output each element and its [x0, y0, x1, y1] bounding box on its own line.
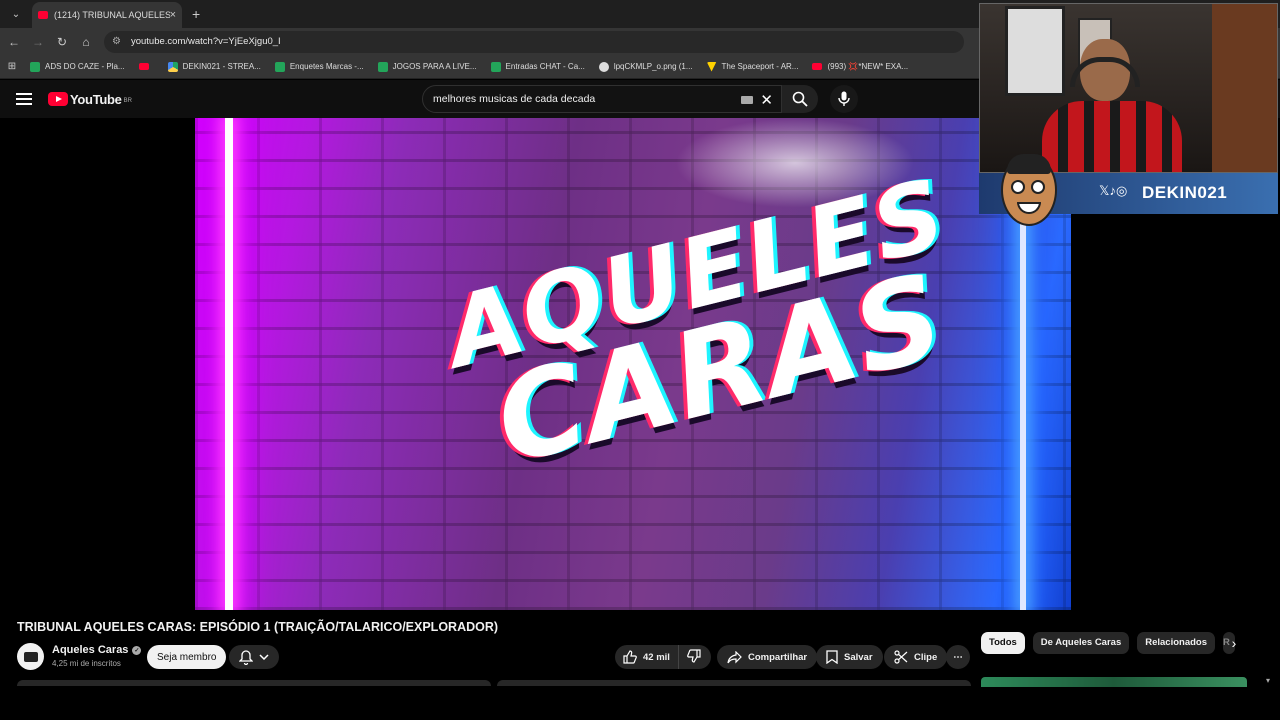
- bell-icon: [239, 649, 253, 665]
- sheets-icon: [30, 61, 40, 72]
- like-button[interactable]: 42 mil: [615, 645, 679, 669]
- bookmark-item[interactable]: (993) 💢*NEW* EXA...: [812, 62, 908, 71]
- verified-badge-icon: ✓: [132, 645, 142, 655]
- bookmark-item[interactable]: ADS DO CAZE - Pla...: [30, 61, 125, 72]
- streamer-handle: DEKIN021: [1142, 183, 1228, 202]
- share-arrow-icon: [727, 650, 742, 663]
- search-input[interactable]: melhores musicas de cada decada ✕: [422, 85, 782, 113]
- recommended-thumbnail[interactable]: [981, 677, 1247, 687]
- description-box[interactable]: [497, 680, 971, 686]
- share-label: Compartilhar: [748, 651, 808, 663]
- thumbs-up-icon: [623, 650, 637, 664]
- channel-name[interactable]: Aqueles Caras ✓: [52, 644, 142, 656]
- sheets-icon: [377, 61, 388, 72]
- bookmark-item[interactable]: lpqCKMLP_o.png (1...: [598, 61, 693, 72]
- chip-related[interactable]: Relacionados: [1137, 631, 1216, 654]
- back-arrow-icon[interactable]: ←: [2, 35, 26, 49]
- keyboard-icon[interactable]: [741, 96, 753, 104]
- bookmark-item[interactable]: The Spaceport - AR...: [706, 61, 798, 72]
- github-icon: [598, 61, 609, 72]
- like-dislike-group: 42 mil: [615, 645, 711, 669]
- tab-close-icon[interactable]: ×: [170, 9, 176, 21]
- more-dots-icon: ⋯: [953, 651, 963, 663]
- chevron-right-icon[interactable]: ›: [1224, 633, 1244, 653]
- chevron-down-icon: [259, 654, 269, 660]
- video-title: TRIBUNAL AQUELES CARAS: EPISÓDIO 1 (TRAI…: [17, 620, 499, 634]
- scroll-down-icon[interactable]: ▾: [1266, 676, 1270, 685]
- reload-icon[interactable]: ↻: [50, 35, 74, 49]
- sheets-icon: [490, 61, 501, 72]
- dislike-button[interactable]: [679, 648, 709, 666]
- neon-light-left: [225, 118, 233, 610]
- bookmark-icon: [826, 650, 838, 664]
- browser-tab-active[interactable]: (1214) TRIBUNAL AQUELES CAR ×: [32, 2, 182, 28]
- url-text: youtube.com/watch?v=YjEeXjgu0_I: [130, 36, 281, 47]
- subscriber-count: 4,25 mi de inscritos: [52, 659, 121, 668]
- tab-title: (1214) TRIBUNAL AQUELES CAR: [54, 10, 170, 20]
- more-actions-button[interactable]: ⋯: [946, 645, 970, 669]
- bookmark-item[interactable]: Entradas CHAT - Ca...: [490, 61, 585, 72]
- bookmark-item[interactable]: JOGOS PARA A LIVE...: [377, 61, 477, 72]
- tab-search-chevron-icon[interactable]: ⌄: [4, 4, 28, 24]
- webcam-overlay: [979, 3, 1278, 173]
- join-member-button[interactable]: Seja membro: [147, 645, 227, 669]
- wooden-door: [1212, 4, 1277, 172]
- chip-all[interactable]: Todos: [981, 631, 1025, 654]
- streamer: [1042, 39, 1182, 172]
- search-query: melhores musicas de cada decada: [433, 93, 596, 105]
- bookmark-item[interactable]: Enquetes Marcas -...: [274, 61, 364, 72]
- thumbs-down-icon: [687, 648, 701, 663]
- search-button[interactable]: [782, 85, 818, 113]
- voice-search-button[interactable]: [830, 85, 858, 113]
- search-icon: [792, 91, 808, 107]
- sheets-icon: [274, 61, 285, 72]
- clip-label: Clipe: [914, 651, 938, 663]
- avatar-hair: [1007, 154, 1051, 174]
- channel-logo-icon: [23, 651, 38, 662]
- video-player[interactable]: AQUELES CARAS: [195, 118, 1071, 610]
- clear-search-icon[interactable]: ✕: [760, 91, 773, 109]
- social-icons: 𝕏♪◎: [1099, 183, 1128, 198]
- description-box[interactable]: [17, 680, 491, 686]
- forward-arrow-icon[interactable]: →: [26, 35, 50, 49]
- like-count: 42 mil: [643, 651, 670, 663]
- youtube-icon: [812, 63, 823, 70]
- youtube-icon: [138, 63, 149, 70]
- home-icon[interactable]: ⌂: [74, 35, 98, 49]
- url-bar[interactable]: ⚙ youtube.com/watch?v=YjEeXjgu0_I: [104, 30, 964, 53]
- menu-hamburger-icon[interactable]: [16, 90, 32, 108]
- avatar-eye: [1031, 180, 1045, 194]
- scissors-icon: [894, 650, 908, 664]
- channel-name-text: Aqueles Caras: [52, 644, 129, 656]
- share-button[interactable]: Compartilhar: [717, 645, 818, 669]
- bookmark-item[interactable]: DEKIN021 - STREA...: [167, 61, 261, 72]
- striped-shirt: [1042, 101, 1182, 172]
- chip-from-channel[interactable]: De Aqueles Caras: [1032, 631, 1130, 654]
- avatar-mouth: [1017, 202, 1041, 214]
- microphone-icon: [838, 91, 850, 106]
- spaceport-icon: [706, 61, 717, 72]
- avatar-eye: [1011, 180, 1025, 194]
- youtube-play-icon: [48, 92, 68, 106]
- cartoon-avatar: [1001, 154, 1057, 226]
- youtube-favicon-icon: [38, 11, 48, 19]
- youtube-logo[interactable]: YouTube BR: [48, 92, 132, 107]
- save-label: Salvar: [844, 651, 873, 663]
- filter-chips: Todos De Aqueles Caras Relacionados R: [981, 631, 1236, 654]
- clip-button[interactable]: Clipe: [884, 645, 948, 669]
- new-tab-button[interactable]: +: [192, 6, 200, 22]
- notification-button[interactable]: [229, 645, 279, 669]
- region-code: BR: [123, 97, 132, 104]
- apps-grid-icon[interactable]: ⊞: [0, 61, 24, 72]
- channel-avatar[interactable]: [17, 643, 44, 670]
- save-button[interactable]: Salvar: [816, 645, 883, 669]
- drive-icon: [167, 61, 178, 72]
- site-info-icon[interactable]: ⚙: [112, 36, 121, 47]
- bookmark-item[interactable]: [138, 63, 154, 70]
